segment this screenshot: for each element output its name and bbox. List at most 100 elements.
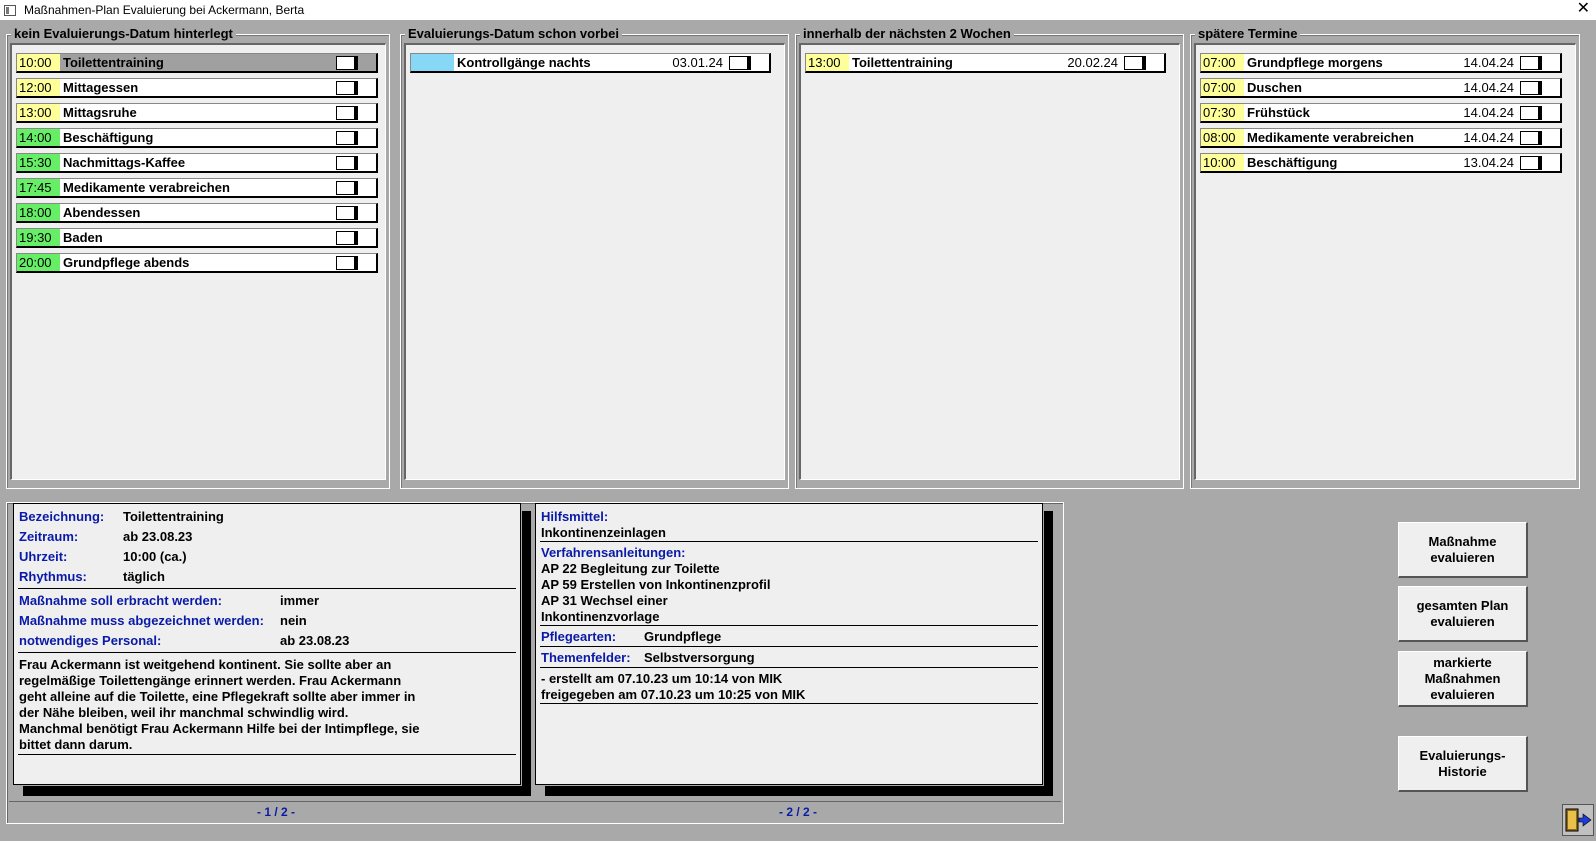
freigegeben-info: freigegeben am 07.10.23 um 10:25 von MIK (541, 687, 806, 702)
bezeichnung-value: Toilettentraining (123, 509, 224, 524)
verfahren-item: Inkontinenzvorlage (541, 609, 660, 624)
time-cell (411, 54, 454, 71)
mark-checkbox[interactable] (1520, 80, 1542, 95)
mark-checkbox[interactable] (336, 55, 358, 70)
exit-door-icon[interactable] (1562, 804, 1594, 836)
verfahren-item: AP 31 Wechsel einer (541, 593, 668, 608)
time-cell: 19:30 (17, 229, 60, 246)
group-zwei-wochen: innerhalb der nächsten 2 Wochen 13:00 Toi… (795, 26, 1184, 489)
mark-checkbox[interactable] (336, 180, 358, 195)
list-kein-datum[interactable]: 10:00 Toilettentraining 12:00 Mittagessen 13… (10, 43, 386, 480)
erstellt-info: - erstellt am 07.10.23 um 10:14 von MIK (541, 671, 783, 686)
item-label: Grundpflege abends (63, 255, 190, 270)
list-item[interactable]: 15:30 Nachmittags-Kaffee (16, 153, 378, 173)
list-spaeter[interactable]: 07:00 Grundpflege morgens 14.04.24 07:00 Dus… (1194, 43, 1576, 480)
item-label: Beschäftigung (1247, 155, 1338, 170)
eval-date: 20.02.24 (1067, 55, 1118, 70)
group-title: innerhalb der nächsten 2 Wochen (800, 26, 1014, 41)
close-icon[interactable]: ✕ (1577, 0, 1590, 18)
divider (540, 703, 1038, 704)
item-label: Baden (63, 230, 103, 245)
erbracht-value: immer (280, 593, 320, 608)
mark-checkbox[interactable] (336, 255, 358, 270)
detail-panel-1: Bezeichnung: Toilettentraining Zeitraum:… (13, 503, 521, 785)
mark-checkbox[interactable] (1520, 130, 1542, 145)
rhythmus-value: täglich (123, 569, 165, 584)
button-label: gesamten Plan evaluieren (1416, 597, 1509, 629)
button-label: Evaluierungs-Historie (1419, 747, 1506, 779)
list-item[interactable]: 07:30 Frühstück 14.04.24 (1200, 103, 1562, 123)
evaluierungs-historie-button[interactable]: Evaluierungs-Historie (1398, 736, 1528, 792)
panel-shadow (545, 786, 1053, 796)
list-item[interactable]: 13:00 Mittagsruhe (16, 103, 378, 123)
mark-checkbox[interactable] (1520, 105, 1542, 120)
list-item[interactable]: Kontrollgänge nachts 03.01.24 (410, 53, 771, 73)
time-cell: 17:45 (17, 179, 60, 196)
hilfsmittel-value: Inkontinenzeinlagen (541, 525, 666, 540)
divider (540, 541, 1038, 542)
mark-checkbox[interactable] (336, 105, 358, 120)
list-item[interactable]: 18:00 Abendessen (16, 203, 378, 223)
rhythmus-label: Rhythmus: (19, 569, 87, 584)
list-item[interactable]: 07:00 Grundpflege morgens 14.04.24 (1200, 53, 1562, 73)
beschreibung-line: regelmäßige Toilettengänge erinnert werd… (19, 673, 402, 688)
time-cell: 14:00 (17, 129, 60, 146)
list-item[interactable]: 19:30 Baden (16, 228, 378, 248)
list-item[interactable]: 07:00 Duschen 14.04.24 (1200, 78, 1562, 98)
list-item[interactable]: 14:00 Beschäftigung (16, 128, 378, 148)
mark-checkbox[interactable] (1520, 155, 1542, 170)
personal-label: notwendiges Personal: (19, 633, 162, 648)
zeitraum-label: Zeitraum: (19, 529, 79, 544)
detail-panel-2: Hilfsmittel: Inkontinenzeinlagen Verfahr… (535, 503, 1043, 785)
pflegearten-value: Grundpflege (644, 629, 722, 644)
list-item[interactable]: 20:00 Grundpflege abends (16, 253, 378, 273)
item-label: Toilettentraining (63, 55, 164, 70)
item-label: Toilettentraining (852, 55, 953, 70)
list-zwei-wochen[interactable]: 13:00 Toilettentraining 20.02.24 (799, 43, 1180, 480)
group-title: spätere Termine (1195, 26, 1301, 41)
item-label: Grundpflege morgens (1247, 55, 1383, 70)
page-divider (9, 801, 1061, 802)
beschreibung-line: geht alleine auf die Toilette, eine Pfle… (19, 689, 416, 704)
time-cell: 08:00 (1201, 129, 1244, 146)
mark-checkbox[interactable] (336, 205, 358, 220)
mark-checkbox[interactable] (336, 80, 358, 95)
list-item[interactable]: 12:00 Mittagessen (16, 78, 378, 98)
markierte-evaluieren-button[interactable]: markierte Maßnahmen evaluieren (1398, 651, 1528, 707)
abgezeichnet-label: Maßnahme muss abgezeichnet werden: (19, 613, 264, 628)
mark-checkbox[interactable] (1520, 55, 1542, 70)
list-item[interactable]: 17:45 Medikamente verabreichen (16, 178, 378, 198)
eval-date: 13.04.24 (1463, 155, 1514, 170)
list-item[interactable]: 08:00 Medikamente verabreichen 14.04.24 (1200, 128, 1562, 148)
plan-evaluieren-button[interactable]: gesamten Plan evaluieren (1398, 586, 1528, 642)
group-spaeter: spätere Termine 07:00 Grundpflege morgens… (1190, 26, 1580, 489)
page-indicator-1[interactable]: - 1 / 2 - (257, 805, 295, 819)
mark-checkbox[interactable] (729, 55, 751, 70)
hilfsmittel-label: Hilfsmittel: (541, 509, 609, 524)
massnahme-evaluieren-button[interactable]: Maßnahme evaluieren (1398, 522, 1528, 578)
time-cell: 13:00 (17, 104, 60, 121)
group-title: Evaluierungs-Datum schon vorbei (405, 26, 622, 41)
eval-date: 14.04.24 (1463, 80, 1514, 95)
list-item[interactable]: 10:00 Beschäftigung 13.04.24 (1200, 153, 1562, 173)
mark-checkbox[interactable] (336, 130, 358, 145)
beschreibung-line: der Nähe bleiben, weil ihr manchmal schw… (19, 705, 349, 720)
time-cell: 12:00 (17, 79, 60, 96)
list-vorbei[interactable]: Kontrollgänge nachts 03.01.24 (404, 43, 785, 480)
themen-label: Themenfelder: (541, 650, 631, 665)
mark-checkbox[interactable] (336, 230, 358, 245)
list-item[interactable]: 10:00 Toilettentraining (16, 53, 378, 73)
item-label: Beschäftigung (63, 130, 154, 145)
item-label: Nachmittags-Kaffee (63, 155, 186, 170)
mark-checkbox[interactable] (336, 155, 358, 170)
verfahren-item: AP 22 Begleitung zur Toilette (541, 561, 720, 576)
page-indicator-2[interactable]: - 2 / 2 - (779, 805, 817, 819)
panel-shadow (522, 511, 531, 796)
divider (540, 625, 1038, 626)
item-label: Duschen (1247, 80, 1302, 95)
list-item[interactable]: 13:00 Toilettentraining 20.02.24 (805, 53, 1166, 73)
erbracht-label: Maßnahme soll erbracht werden: (19, 593, 222, 608)
mark-checkbox[interactable] (1124, 55, 1146, 70)
item-label: Mittagessen (63, 80, 139, 95)
group-title: kein Evaluierungs-Datum hinterlegt (11, 26, 236, 41)
